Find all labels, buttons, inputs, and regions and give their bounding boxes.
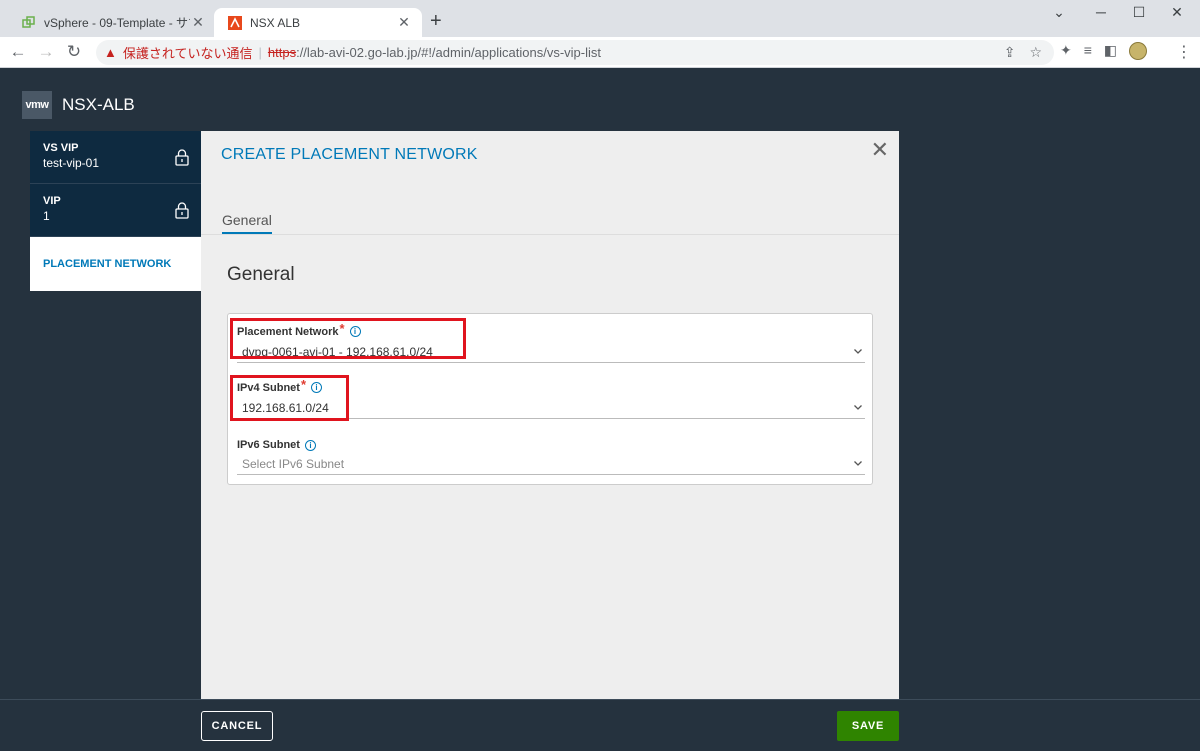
app-name: NSX-ALB bbox=[62, 95, 135, 114]
close-icon[interactable]: ✕ bbox=[871, 139, 889, 161]
create-placement-network-modal: CREATE PLACEMENT NETWORK ✕ General Gener… bbox=[201, 131, 899, 699]
extensions-icon[interactable]: ✦ bbox=[1060, 42, 1072, 60]
security-label: 保護されていない通信 bbox=[122, 46, 253, 61]
forward-icon[interactable]: → bbox=[34, 42, 58, 62]
step-placement-network[interactable]: PLACEMENT NETWORK bbox=[30, 237, 201, 291]
separator: | bbox=[258, 45, 262, 60]
url-scheme: https bbox=[267, 45, 297, 60]
info-icon[interactable]: i bbox=[304, 439, 316, 451]
field-label-row: Placement Network * i bbox=[237, 321, 865, 339]
browser-tab-title: NSX ALB bbox=[250, 15, 301, 30]
browser-tab-title: vSphere - 09-Template - サマリ bbox=[44, 16, 190, 30]
save-button[interactable]: SAVE bbox=[837, 711, 899, 741]
ipv4-subnet-select[interactable]: 192.168.61.0/24 bbox=[237, 399, 865, 419]
bookmark-star-icon[interactable]: ☆ bbox=[1029, 44, 1042, 61]
close-tab-icon[interactable]: ✕ bbox=[190, 14, 206, 31]
ipv6-subnet-label: IPv6 Subnet bbox=[237, 439, 300, 451]
reading-list-icon[interactable]: ≡ bbox=[1084, 42, 1092, 60]
chevron-down-icon bbox=[854, 405, 862, 410]
select-placeholder: Select IPv6 Subnet bbox=[242, 457, 345, 471]
placement-network-field: Placement Network * i dvpg-0061-avi-01 -… bbox=[237, 321, 865, 363]
placement-network-select[interactable]: dvpg-0061-avi-01 - 192.168.61.0/24 bbox=[237, 343, 865, 363]
select-value: 192.168.61.0/24 bbox=[242, 401, 329, 415]
field-label-row: IPv6 Subnet i bbox=[237, 439, 865, 451]
browser-menu-icon[interactable]: ⋮ bbox=[1176, 42, 1192, 62]
field-label-row: IPv4 Subnet * i bbox=[237, 377, 865, 395]
url-path: ://lab-avi-02.go-lab.jp/#!/admin/applica… bbox=[296, 45, 601, 60]
warning-icon: ▲ bbox=[104, 45, 117, 60]
app-header: vmw NSX-ALB bbox=[0, 69, 1200, 129]
lock-icon bbox=[175, 149, 189, 166]
lock-icon bbox=[175, 202, 189, 219]
maximize-icon[interactable]: ☐ bbox=[1124, 4, 1154, 21]
browser-tab-vsphere[interactable]: vSphere - 09-Template - サマリ ✕ bbox=[8, 8, 216, 37]
vsphere-icon bbox=[22, 15, 36, 30]
minimize-icon[interactable]: ─ bbox=[1086, 4, 1116, 20]
info-icon[interactable]: i bbox=[311, 382, 323, 393]
modal-tabs: General bbox=[201, 203, 899, 235]
modal-footer: CANCEL SAVE bbox=[0, 699, 1200, 751]
modal-title: CREATE PLACEMENT NETWORK bbox=[221, 146, 478, 163]
browser-address-bar: ← → ↻ ▲ 保護されていない通信 | https ://lab-avi-02… bbox=[0, 37, 1200, 68]
info-icon[interactable]: i bbox=[349, 326, 361, 337]
chevron-down-icon bbox=[854, 349, 862, 354]
reload-icon[interactable]: ↻ bbox=[62, 42, 86, 62]
section-title: General bbox=[227, 264, 295, 285]
step-vip[interactable]: VIP 1 bbox=[30, 184, 201, 237]
step-vs-vip[interactable]: VS VIP test-vip-01 bbox=[30, 131, 201, 184]
side-panel-icon[interactable]: ◧ bbox=[1104, 42, 1117, 60]
close-tab-icon[interactable]: ✕ bbox=[396, 14, 412, 31]
step-title: PLACEMENT NETWORK bbox=[43, 258, 172, 270]
wizard-stepper: VS VIP test-vip-01 VIP 1 PLACEMENT NETWO… bbox=[30, 131, 201, 291]
ipv6-subnet-select[interactable]: Select IPv6 Subnet bbox=[237, 455, 865, 475]
new-tab-icon[interactable]: + bbox=[430, 11, 442, 31]
required-asterisk: * bbox=[300, 377, 307, 392]
cancel-button[interactable]: CANCEL bbox=[201, 711, 273, 741]
tab-general[interactable]: General bbox=[222, 212, 272, 234]
ipv4-subnet-label: IPv4 Subnet bbox=[237, 381, 300, 394]
browser-tab-bar: vSphere - 09-Template - サマリ ✕ NSX ALB ✕ … bbox=[0, 0, 1200, 37]
required-asterisk: * bbox=[339, 321, 345, 336]
general-form-card: Placement Network * i dvpg-0061-avi-01 -… bbox=[227, 313, 873, 485]
tab-search-icon[interactable]: ⌄ bbox=[1044, 4, 1074, 21]
share-icon[interactable]: ⇪ bbox=[1004, 44, 1016, 61]
window-close-icon[interactable]: ✕ bbox=[1162, 4, 1192, 21]
back-icon[interactable]: ← bbox=[6, 42, 30, 62]
url-input[interactable]: ▲ 保護されていない通信 | https ://lab-avi-02.go-la… bbox=[96, 40, 1054, 65]
ipv6-subnet-field: IPv6 Subnet i Select IPv6 Subnet bbox=[237, 439, 865, 475]
placement-network-label: Placement Network bbox=[237, 325, 339, 338]
chevron-down-icon bbox=[854, 461, 862, 466]
profile-avatar[interactable] bbox=[1129, 42, 1148, 60]
nsx-alb-icon bbox=[228, 15, 242, 30]
select-value: dvpg-0061-avi-01 - 192.168.61.0/24 bbox=[242, 345, 433, 359]
ipv4-subnet-field: IPv4 Subnet * i 192.168.61.0/24 bbox=[237, 377, 865, 419]
vmw-logo: vmw bbox=[22, 91, 52, 119]
browser-tab-nsx-alb[interactable]: NSX ALB ✕ bbox=[214, 8, 422, 37]
